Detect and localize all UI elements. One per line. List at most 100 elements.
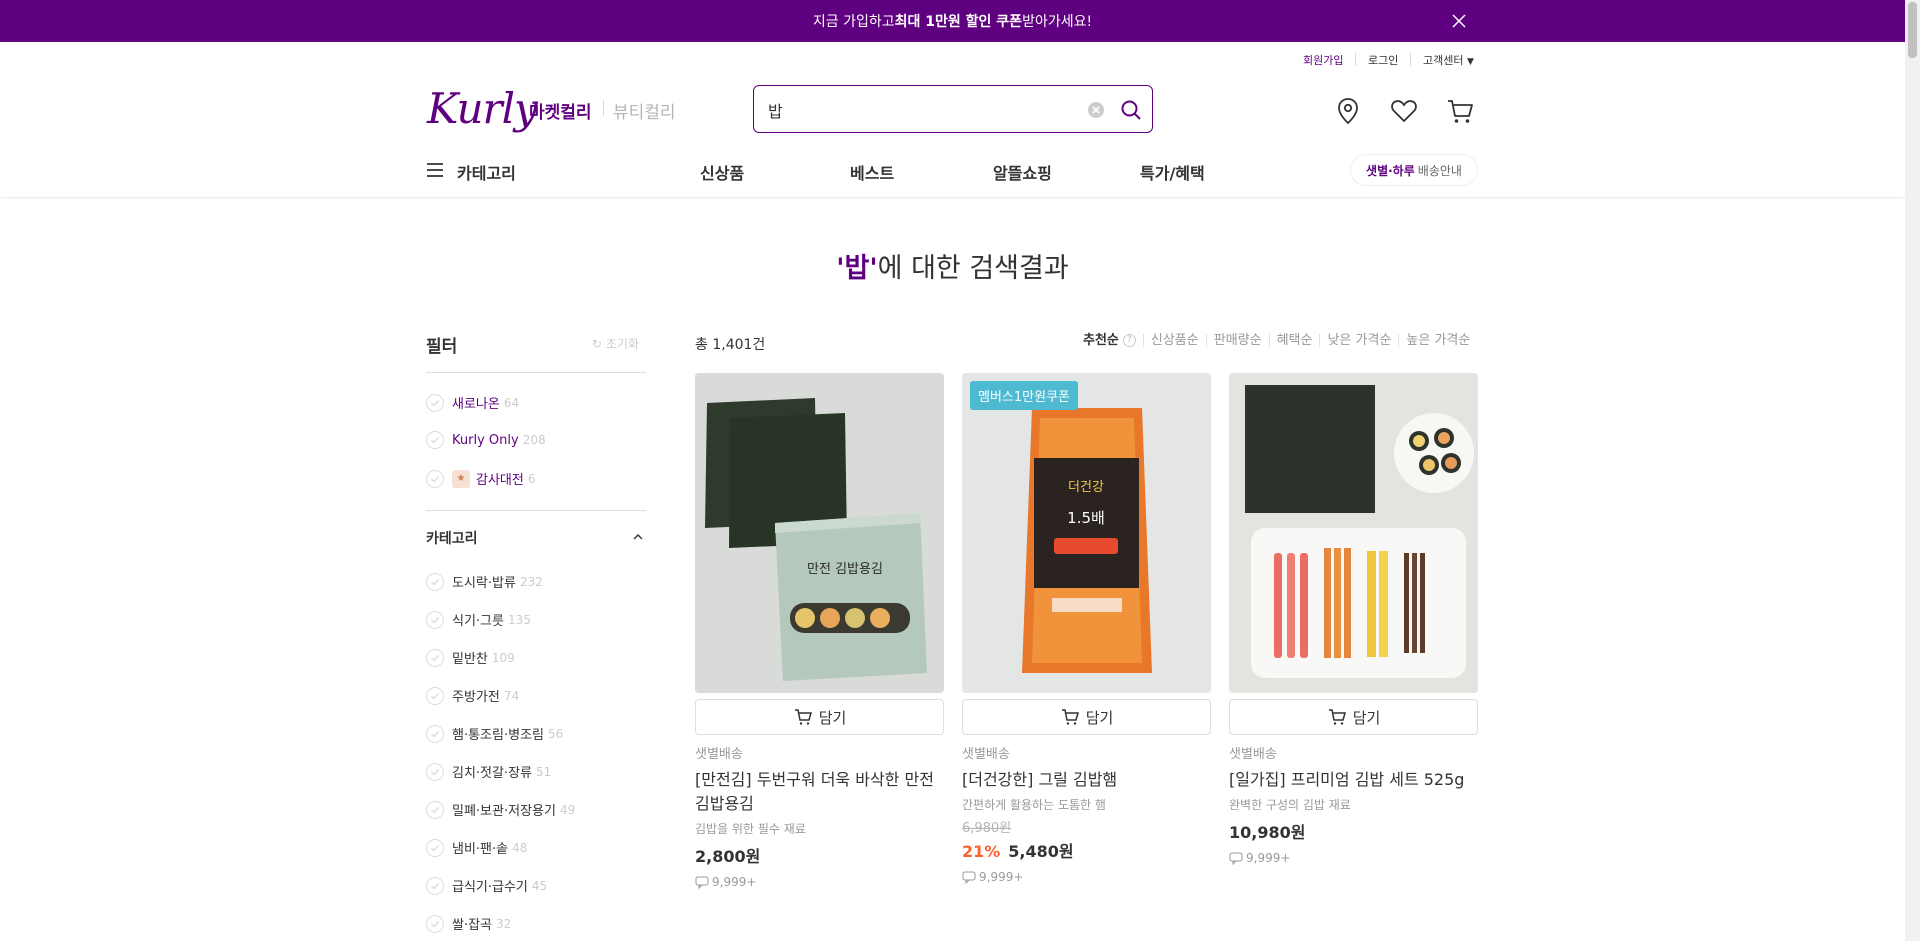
category-label: 밑반찬 — [452, 652, 488, 667]
category-count: 74 — [503, 688, 520, 703]
cart-icon — [794, 709, 812, 725]
kurly-logo[interactable]: Kurly — [427, 84, 538, 133]
category-filter-item[interactable]: 주방가전 74 — [426, 686, 519, 705]
sort-sales[interactable]: 판매량순 — [1205, 334, 1269, 347]
add-to-cart-button[interactable]: 담기 — [695, 699, 944, 735]
sort-price-low[interactable]: 낮은 가격순 — [1319, 334, 1398, 347]
add-to-cart-button[interactable]: 담기 — [1229, 699, 1478, 735]
product-image[interactable]: 만전 김밥용김 — [695, 373, 944, 693]
banner-text-bold: 최대 1만원 할인 쿠폰 — [894, 14, 1023, 30]
promo-banner[interactable]: 지금 가입하고 최대 1만원 할인 쿠폰 받아가세요! — [0, 0, 1905, 42]
customer-center-link[interactable]: 고객센터 ▼ — [1423, 52, 1474, 68]
login-link[interactable]: 로그인 — [1368, 52, 1398, 68]
tab-market-kurly[interactable]: 마켓컬리 — [529, 98, 592, 123]
add-to-cart-button[interactable]: 담기 — [962, 699, 1211, 735]
category-filter-item[interactable]: 김치·젓갈·장류 51 — [426, 762, 551, 781]
product-price: 5,480원 — [1008, 842, 1074, 861]
result-total: 총 1,401건 — [695, 337, 766, 353]
check-icon — [426, 469, 444, 488]
help-icon[interactable]: ? — [1122, 334, 1136, 347]
category-count: 32 — [496, 916, 512, 931]
category-filter-item[interactable]: 밑반찬 109 — [426, 648, 515, 667]
filter-item-kurly-only[interactable]: Kurly Only 208 — [426, 431, 546, 449]
coupon-badge: 멤버스1만원쿠폰 — [970, 381, 1078, 410]
category-filter-title[interactable]: 카테고리 — [426, 528, 478, 548]
product-price-row: 21% 5,480원 — [962, 838, 1211, 862]
nav-category[interactable]: 카테고리 — [457, 160, 516, 184]
reset-icon: ↻ — [592, 337, 603, 351]
sort-price-high[interactable]: 높은 가격순 — [1398, 334, 1477, 347]
clear-icon[interactable] — [1087, 101, 1105, 119]
heart-icon[interactable] — [1388, 95, 1420, 127]
check-icon — [426, 686, 444, 705]
sort-benefit[interactable]: 혜택순 — [1268, 334, 1320, 347]
cart-label: 담기 — [818, 708, 847, 727]
search-input[interactable] — [768, 98, 1068, 122]
menu-icon[interactable] — [426, 162, 444, 178]
review-count-value: 9,999+ — [712, 875, 757, 889]
category-filter-item[interactable]: 쌀·잡곡 32 — [426, 914, 511, 933]
banner-text-pre: 지금 가입하고 — [812, 14, 895, 30]
check-icon — [426, 876, 444, 895]
product-card[interactable]: 더건강 1.5배 멤버스1만원쿠폰 담기 샛별배송 [더건강한] 그릴 김밥햄 … — [962, 373, 1211, 884]
product-image[interactable]: 더건강 1.5배 멤버스1만원쿠폰 — [962, 373, 1211, 693]
ham-image: 더건강 1.5배 — [962, 373, 1211, 693]
filter-label: 감사대전 — [476, 473, 524, 488]
nav-special-deals[interactable]: 특가/혜택 — [1140, 160, 1205, 184]
filter-item-new[interactable]: 새로나온 64 — [426, 393, 519, 412]
check-icon — [426, 800, 444, 819]
tab-beauty-kurly[interactable]: 뷰티컬리 — [613, 98, 676, 123]
nav-new-products[interactable]: 신상품 — [700, 160, 744, 184]
category-label: 급식기·급수기 — [452, 880, 528, 895]
scrollbar-thumb[interactable] — [1908, 2, 1917, 58]
category-filter-item[interactable]: 냄비·팬·솥 48 — [426, 838, 527, 857]
nav-bargain[interactable]: 알뜰쇼핑 — [993, 160, 1052, 184]
category-count: 45 — [531, 878, 548, 893]
nav-best[interactable]: 베스트 — [850, 160, 894, 184]
category-count: 135 — [507, 612, 531, 627]
check-icon — [426, 838, 444, 857]
product-card[interactable]: 담기 샛별배송 [일가집] 프리미엄 김밥 세트 525g 완벽한 구성의 김밥… — [1229, 373, 1478, 865]
search-icon[interactable] — [1119, 98, 1143, 122]
category-filter-item[interactable]: 도시락·밥류 232 — [426, 572, 543, 591]
product-description: 완벽한 구성의 김밥 재료 — [1229, 798, 1351, 812]
check-icon — [426, 610, 444, 629]
divider — [1355, 53, 1356, 66]
delivery-info-button[interactable]: 샛별·하루 배송안내 — [1350, 154, 1478, 186]
category-filter-item[interactable]: 밀폐·보관·저장용기 49 — [426, 800, 575, 819]
check-icon — [426, 724, 444, 743]
category-label: 밀폐·보관·저장용기 — [452, 804, 556, 819]
filter-count: 208 — [522, 433, 546, 447]
scrollbar[interactable] — [1905, 0, 1920, 941]
category-label: 도시락·밥류 — [452, 576, 516, 591]
product-name[interactable]: [만전김] 두번구워 더욱 바삭한 만전 김밥용김 — [695, 768, 944, 816]
filter-item-thanks-sale[interactable]: ★ 감사대전 6 — [426, 469, 535, 488]
product-price: 2,800원 — [695, 847, 761, 866]
delivery-info-bold: 샛별·하루 — [1366, 163, 1415, 178]
filter-label: 새로나온 — [452, 397, 500, 412]
caret-down-icon: ▼ — [1466, 57, 1474, 67]
location-icon[interactable] — [1332, 95, 1364, 127]
chevron-up-icon[interactable] — [632, 531, 644, 543]
check-icon — [426, 762, 444, 781]
sort-newest[interactable]: 신상품순 — [1142, 334, 1206, 347]
review-icon — [962, 871, 976, 884]
category-filter-item[interactable]: 식기·그릇 135 — [426, 610, 531, 629]
svg-text:만전 김밥용김: 만전 김밥용김 — [807, 562, 883, 577]
svg-text:1.5배: 1.5배 — [1067, 509, 1105, 527]
category-filter-item[interactable]: 급식기·급수기 45 — [426, 876, 547, 895]
review-count-value: 9,999+ — [979, 870, 1024, 884]
product-name[interactable]: [더건강한] 그릴 김밥햄 — [962, 768, 1211, 792]
product-card[interactable]: 만전 김밥용김 담기 샛별배송 [만전김] 두번구워 더욱 바삭한 만전 김밥용… — [695, 373, 944, 889]
signup-link[interactable]: 회원가입 — [1303, 52, 1343, 68]
product-name[interactable]: [일가집] 프리미엄 김밥 세트 525g — [1229, 768, 1478, 792]
sort-recommended[interactable]: 추천순? — [1083, 334, 1143, 347]
filter-reset-button[interactable]: ↻ 초기화 — [592, 335, 639, 352]
page-title: '밥'에 대한 검색결과 — [0, 246, 1905, 285]
category-filter-item[interactable]: 햄·통조림·병조림 56 — [426, 724, 563, 743]
category-label: 식기·그릇 — [452, 614, 504, 629]
cart-icon[interactable] — [1444, 95, 1476, 127]
product-image[interactable] — [1229, 373, 1478, 693]
close-icon[interactable] — [1447, 9, 1471, 33]
delivery-info-label: 배송안내 — [1417, 163, 1462, 178]
